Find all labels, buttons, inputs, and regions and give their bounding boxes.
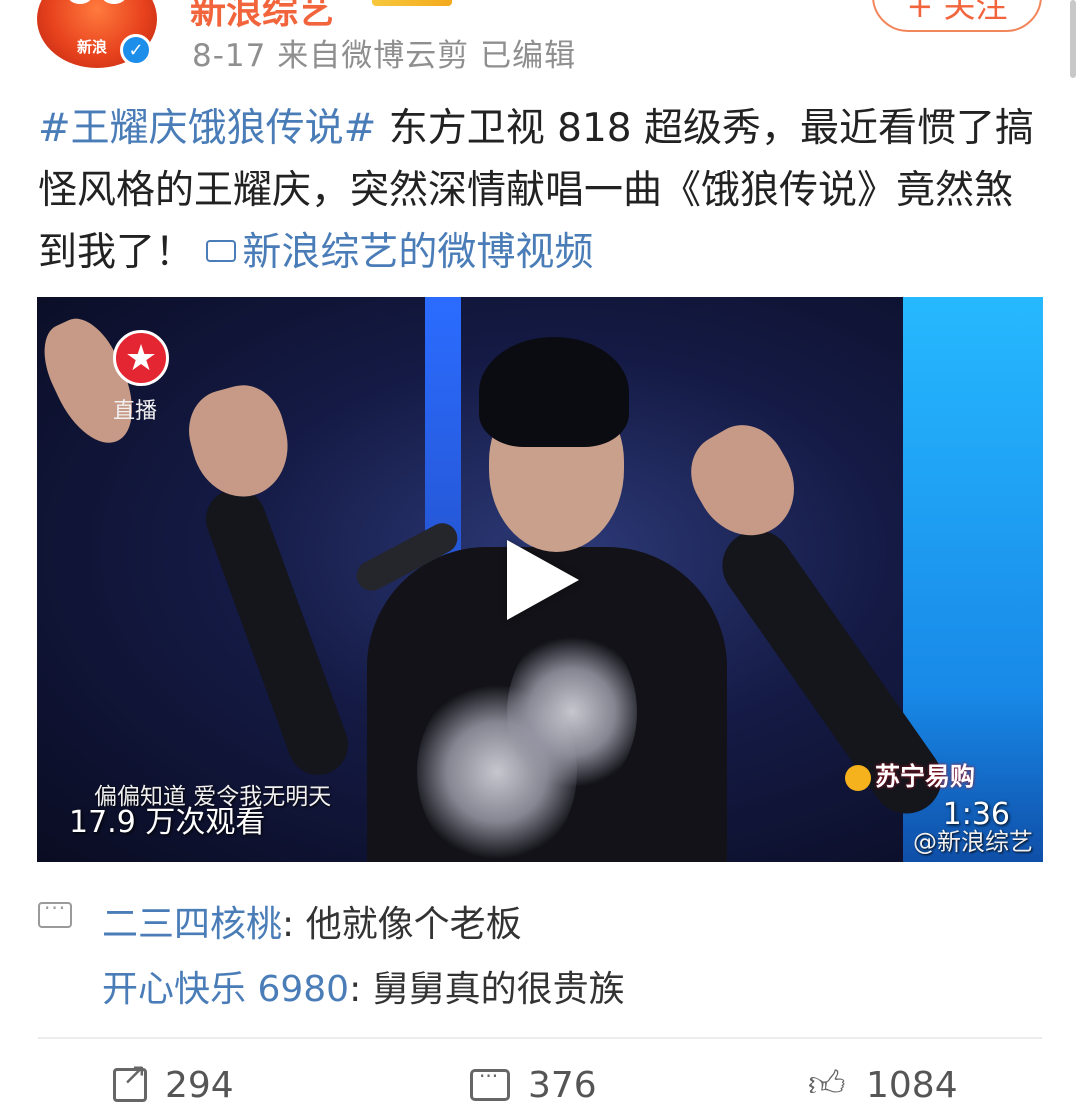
username[interactable]: 新浪综艺 — [190, 0, 334, 34]
post-text: #王耀庆饿狼传说# 东方卫视 818 超级秀，最近看惯了搞怪风格的王耀庆，突然深… — [38, 98, 1043, 284]
video-player[interactable]: ★ 直播 苏宁易购 偏偏知道 爱令我无明天 17.9 万次观看 1:36 @新浪… — [37, 297, 1043, 862]
verified-icon: ✓ — [120, 34, 152, 66]
post-meta: 8-17 来自微博云剪 已编辑 — [192, 38, 577, 74]
dancer-hand — [675, 410, 814, 554]
sponsor-logo: 苏宁易购 — [845, 757, 975, 793]
share-icon — [113, 1057, 147, 1102]
avatar-eye-left — [67, 0, 93, 4]
hashtag-link[interactable]: #王耀庆饿狼传说# — [38, 106, 376, 151]
follow-button[interactable]: + 关注 — [872, 0, 1042, 32]
comment-button[interactable]: 376 — [470, 1062, 597, 1108]
comment-icon — [470, 1064, 510, 1101]
comment-item[interactable]: 开心快乐 6980: 舅舅真的很贵族 — [102, 960, 625, 1012]
avatar-logo-text: 新浪 — [77, 38, 108, 56]
avatar-eye-right — [101, 0, 127, 4]
comment-item[interactable]: 二三四核桃: 他就像个老板 — [102, 895, 522, 947]
comment-text: : 舅舅真的很贵族 — [349, 969, 625, 1010]
jacket-embroidery — [507, 627, 637, 797]
dancer-hand — [179, 376, 300, 508]
comment-user[interactable]: 二三四核桃 — [102, 904, 282, 945]
like-button[interactable]: 👍︎ 1084 — [808, 1062, 958, 1108]
station-label: 直播 — [113, 399, 158, 424]
station-logo-icon: ★ — [113, 330, 169, 386]
dancer-arm — [197, 480, 357, 784]
singer-hair — [479, 337, 629, 447]
comment-user[interactable]: 开心快乐 6980 — [102, 969, 349, 1010]
video-camera-icon — [206, 239, 237, 262]
weibo-watermark: @新浪综艺 — [913, 828, 1033, 856]
video-link[interactable]: 新浪综艺的微博视频 — [206, 230, 593, 275]
video-link-label: 新浪综艺的微博视频 — [242, 230, 594, 275]
sponsor-icon — [845, 765, 871, 791]
like-count: 1084 — [866, 1064, 958, 1106]
divider — [38, 1037, 1042, 1039]
comment-preview-icon — [38, 896, 72, 928]
scrollbar[interactable] — [1070, 0, 1076, 78]
share-button[interactable]: 294 — [113, 1057, 234, 1108]
comment-count: 376 — [528, 1064, 597, 1106]
comment-text: : 他就像个老板 — [282, 904, 522, 945]
play-icon[interactable] — [507, 540, 579, 620]
view-count: 17.9 万次观看 — [69, 805, 266, 840]
member-badge-icon — [372, 0, 452, 6]
sponsor-label: 苏宁易购 — [875, 762, 976, 791]
share-count: 294 — [165, 1064, 234, 1106]
thumbs-up-icon: 👍︎ — [808, 1064, 846, 1105]
